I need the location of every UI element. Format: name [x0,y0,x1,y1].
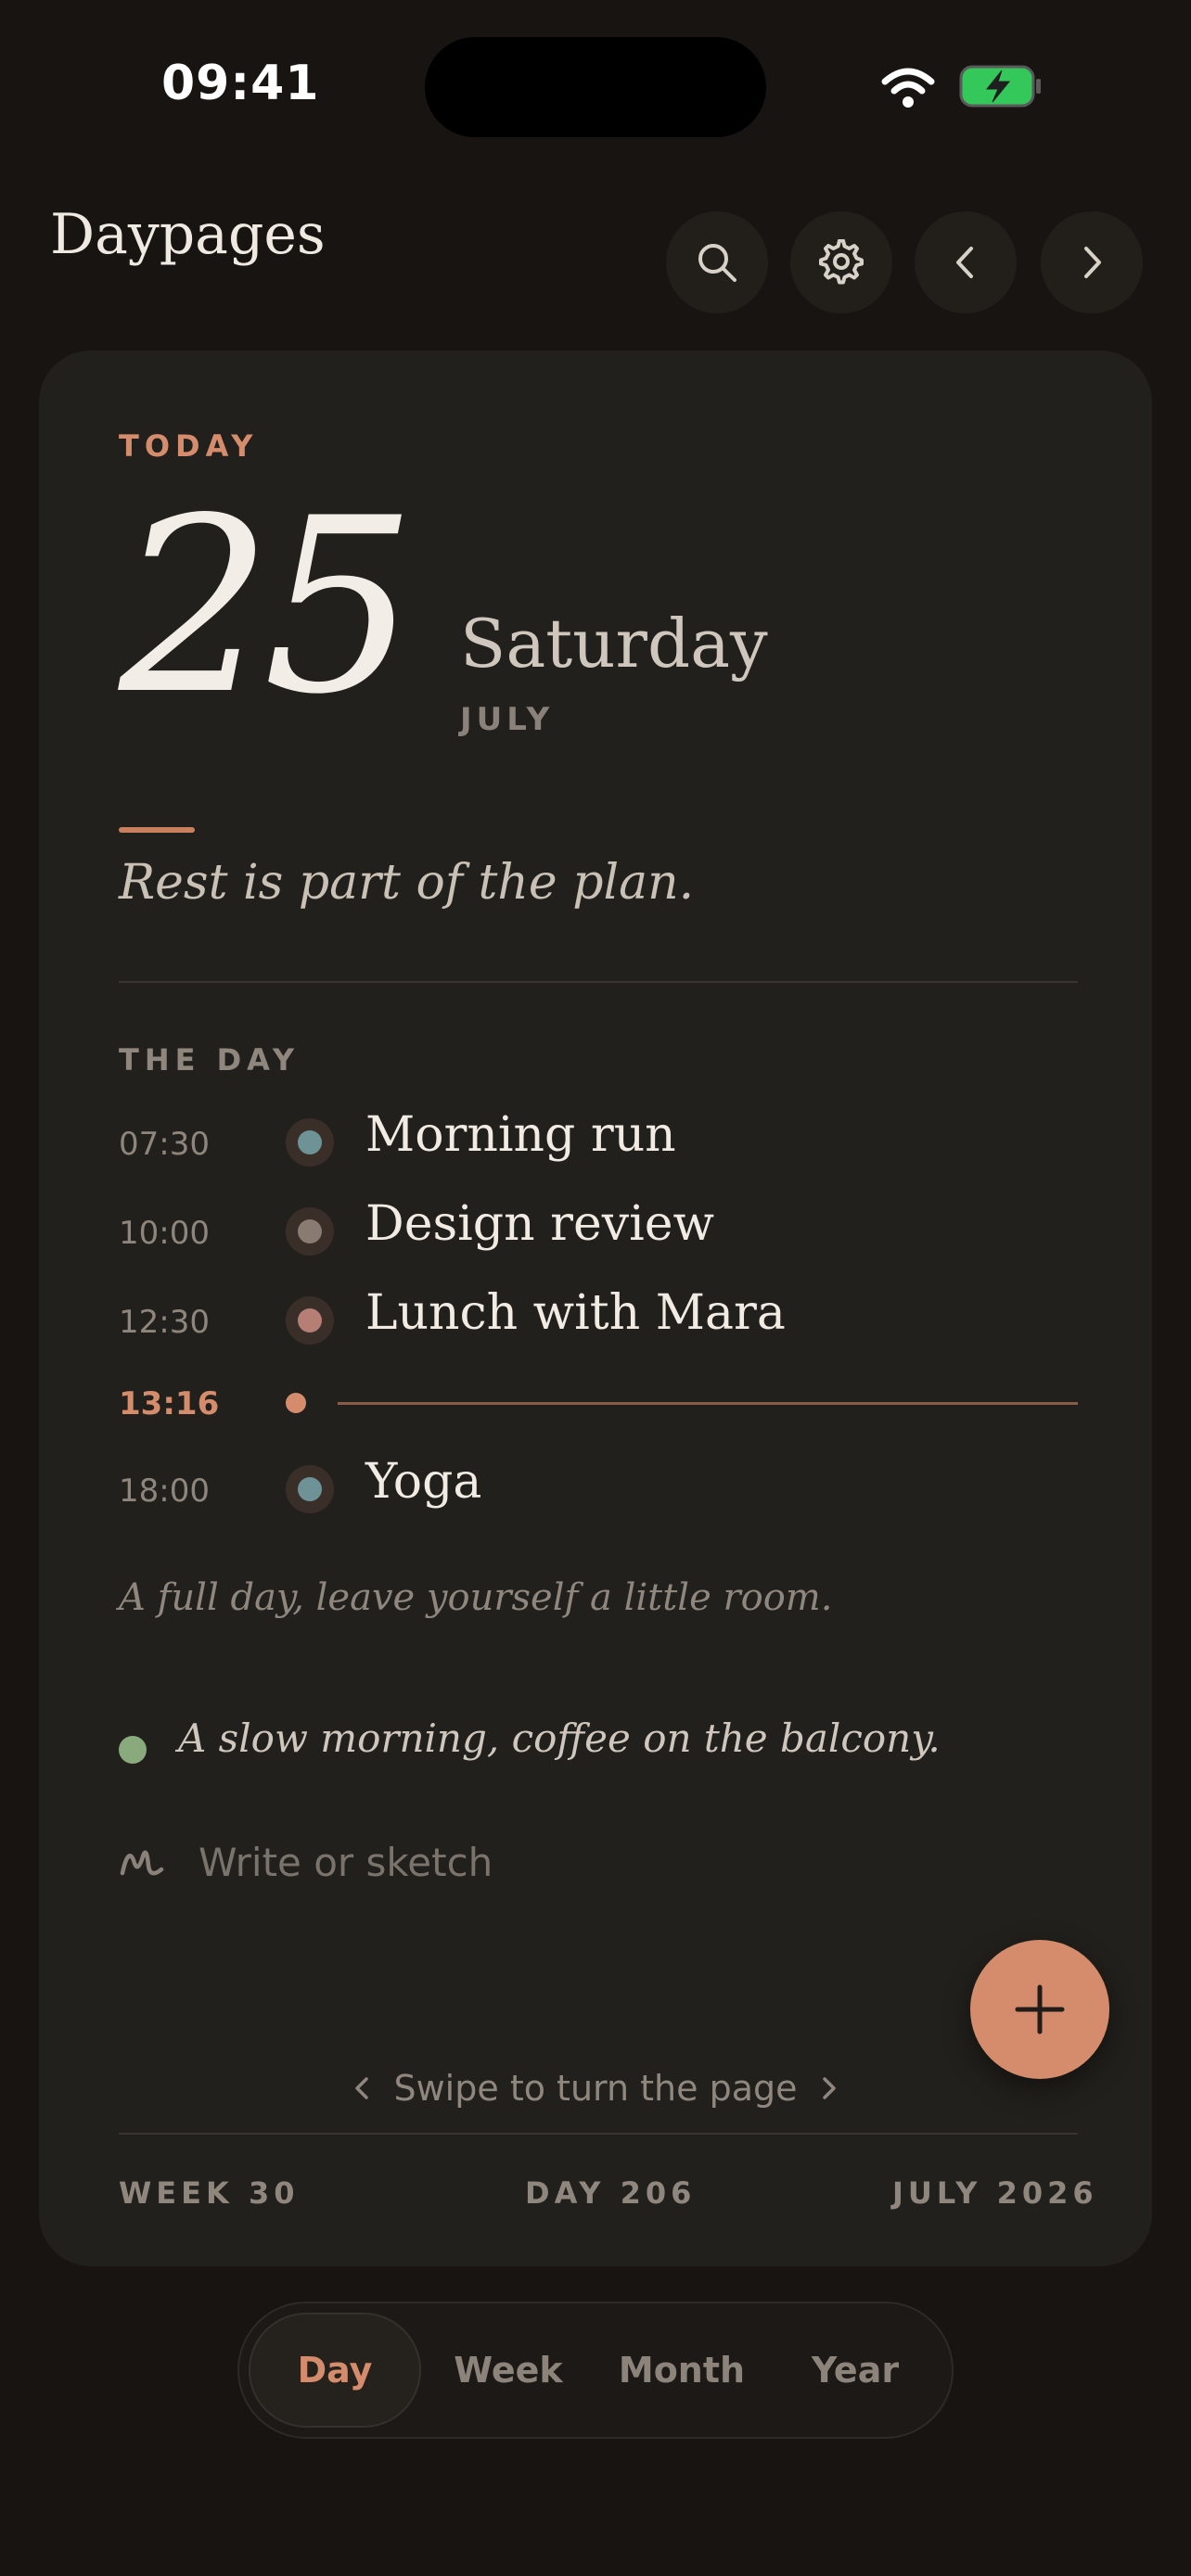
event-color-dot [286,1296,334,1345]
event-title: Design review [365,1196,715,1252]
current-time-line [338,1402,1078,1405]
divider [119,2133,1078,2135]
plus-icon [1015,1984,1065,2034]
event-time: 18:00 [119,1473,210,1510]
add-entry-button[interactable] [970,1940,1109,2079]
scribble-icon [120,1850,164,1876]
chevron-left-icon [956,247,973,278]
event-color-dot [286,1207,334,1256]
view-tab-day[interactable]: Day [249,2313,421,2428]
event-title: Yoga [365,1454,482,1510]
next-day-button[interactable] [1041,211,1143,313]
view-tab-week[interactable]: Week [423,2313,594,2428]
app-title: Daypages [50,202,326,267]
event-time: 07:30 [119,1126,210,1163]
event-title: Morning run [365,1107,676,1163]
event-title: Lunch with Mara [365,1285,786,1341]
month-label: JULY [460,701,555,738]
day-of-year: DAY 206 [525,2175,697,2211]
chevron-left-icon [355,2077,369,2099]
search-button[interactable] [666,211,768,313]
battery-charging-icon [959,65,1041,108]
today-label: TODAY [119,428,259,464]
view-tab-year[interactable]: Year [770,2313,941,2428]
gear-icon [819,239,864,285]
event-color-dot [286,1465,334,1513]
current-time-dot [286,1393,306,1413]
current-time-label: 13:16 [119,1385,220,1422]
event-time: 10:00 [119,1215,210,1252]
daily-motto: Rest is part of the plan. [119,855,695,911]
accent-rule [119,827,195,833]
weekday: Saturday [460,605,768,682]
schedule-hint: A full day, leave yourself a little room… [119,1576,833,1619]
search-icon [698,244,736,282]
status-time: 09:41 [161,56,320,111]
chevron-right-icon [822,2077,836,2099]
event-time: 12:30 [119,1304,210,1341]
view-tab-month[interactable]: Month [596,2313,768,2428]
dynamic-island [425,37,766,137]
date-number: 25 [119,467,416,747]
month-year: JULY 2026 [892,2175,1098,2211]
swipe-hint: Swipe to turn the page [0,2068,1191,2109]
write-or-sketch-input[interactable] [198,1834,755,1890]
week-number: WEEK 30 [119,2175,300,2211]
wifi-icon [881,68,935,108]
swipe-hint-text: Swipe to turn the page [393,2068,798,2109]
previous-day-button[interactable] [915,211,1017,313]
settings-button[interactable] [790,211,892,313]
note-dot [119,1736,147,1764]
chevron-right-icon [1084,247,1101,278]
note-text[interactable]: A slow morning, coffee on the balcony. [178,1715,941,1761]
divider [119,981,1078,983]
event-color-dot [286,1118,334,1167]
schedule-label: THE DAY [119,1042,301,1078]
